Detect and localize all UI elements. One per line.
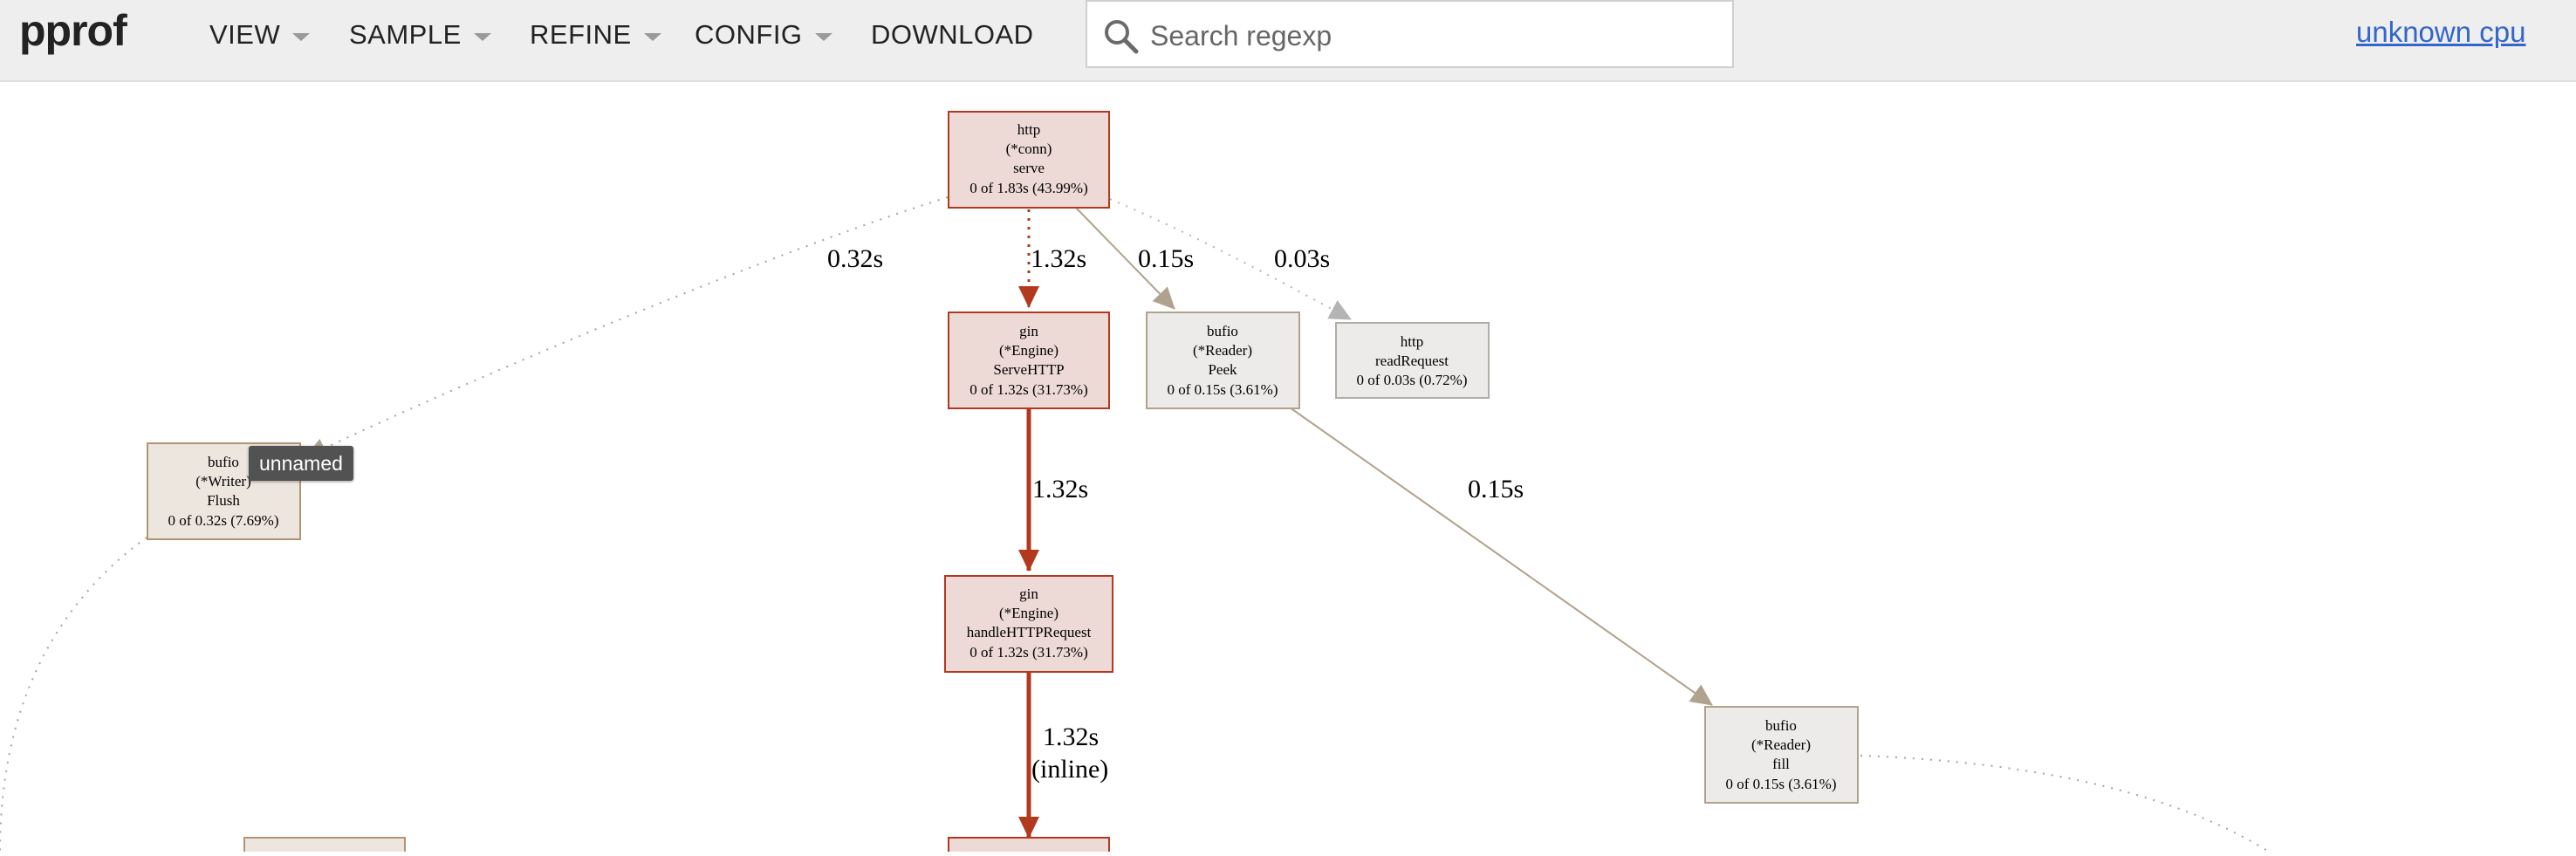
menu-refine-label: REFINE: [530, 19, 632, 50]
graph-edge-handlehttprequest-to-next[interactable]: 1.32s (inline): [1018, 670, 1108, 839]
menu-view-label: VIEW: [209, 19, 281, 50]
graph-node-bufio-reader-fill[interactable]: bufio (*Reader) fill 0 of 0.15s (3.61%): [1704, 706, 1859, 804]
node-label: gin: [1019, 586, 1038, 602]
search-box: [1086, 0, 1734, 68]
chevron-down-icon: [643, 32, 661, 41]
node-label: 0 of 0.15s (3.61%): [1167, 381, 1278, 398]
node-label: handleHTTPRequest: [967, 624, 1092, 640]
node-label: 0 of 1.32s (31.73%): [969, 644, 1088, 661]
chevron-down-icon: [473, 32, 491, 41]
call-graph-svg: 0.32s 1.32s 0.15s 0.03s 1.32s 0.15s 1.32…: [0, 111, 2270, 856]
node-label: (*Engine): [999, 605, 1058, 621]
menu-download[interactable]: DOWNLOAD: [871, 17, 1034, 52]
search-input[interactable]: [1148, 14, 1719, 58]
node-label: bufio: [208, 454, 239, 470]
call-graph[interactable]: 0.32s 1.32s 0.15s 0.03s 1.32s 0.15s 1.32…: [0, 82, 2576, 856]
menu-download-label: DOWNLOAD: [871, 19, 1034, 50]
edge-label: 1.32s: [1031, 244, 1086, 273]
graph-node-partial-center[interactable]: [948, 837, 1110, 856]
graph-edge-serve-to-servehttp[interactable]: 1.32s: [1018, 209, 1086, 308]
graph-node-partial-left[interactable]: [243, 837, 406, 856]
edge-label: 1.32s: [1043, 722, 1099, 751]
edge-label: 1.32s: [1032, 475, 1088, 503]
graph-node-gin-engine-handlehttprequest[interactable]: gin (*Engine) handleHTTPRequest 0 of 1.3…: [944, 575, 1113, 673]
menu-config[interactable]: CONFIG: [695, 17, 832, 52]
node-label: Flush: [207, 492, 240, 509]
edge-label: (inline): [1031, 755, 1108, 784]
node-label: bufio: [1207, 323, 1238, 339]
graph-edge-fill-outgoing[interactable]: [1860, 755, 2270, 853]
node-label: gin: [1019, 323, 1038, 339]
chevron-down-icon: [814, 32, 832, 41]
graph-edge-servehttp-to-handlehttprequest[interactable]: 1.32s: [1018, 408, 1088, 572]
node-label: (*Engine): [999, 342, 1058, 359]
search-icon: [1105, 20, 1139, 54]
menu-sample-label: SAMPLE: [349, 19, 462, 50]
node-label: serve: [1013, 160, 1045, 176]
node-label: (*Reader): [1751, 736, 1811, 753]
graph-node-http-readrequest[interactable]: http readRequest 0 of 0.03s (0.72%): [1335, 322, 1490, 399]
edge-label: 0.15s: [1468, 475, 1524, 503]
node-label: fill: [1772, 756, 1790, 772]
edge-label: 0.32s: [827, 244, 883, 273]
graph-node-gin-engine-servehttp[interactable]: gin (*Engine) ServeHTTP 0 of 1.32s (31.7…: [948, 312, 1110, 409]
top-toolbar: pprof VIEW SAMPLE REFINE CONFIG DOWNLOAD…: [0, 0, 2576, 82]
node-label: 0 of 0.03s (0.72%): [1356, 372, 1467, 388]
node-label: (*Writer): [195, 473, 251, 490]
profile-link[interactable]: unknown cpu: [2356, 16, 2525, 49]
graph-edge-serve-to-peek[interactable]: 0.15s: [1074, 206, 1194, 310]
node-label: readRequest: [1375, 353, 1449, 369]
node-label: (*conn): [1006, 140, 1052, 157]
chevron-down-icon: [292, 32, 311, 41]
graph-edge-flush-outgoing[interactable]: [0, 537, 147, 853]
node-tooltip: unnamed: [249, 446, 353, 481]
edge-label: 0.15s: [1138, 244, 1194, 273]
node-label: (*Reader): [1193, 342, 1252, 359]
node-label: ServeHTTP: [993, 361, 1064, 378]
menu-view[interactable]: VIEW: [209, 17, 311, 52]
node-label: http: [1017, 121, 1040, 138]
node-label: bufio: [1765, 717, 1797, 734]
node-label: 0 of 0.15s (3.61%): [1725, 776, 1836, 792]
menu-config-label: CONFIG: [695, 19, 803, 50]
graph-node-bufio-reader-peek[interactable]: bufio (*Reader) Peek 0 of 0.15s (3.61%): [1146, 312, 1300, 409]
node-label: 0 of 1.83s (43.99%): [969, 180, 1088, 196]
node-label: 0 of 1.32s (31.73%): [969, 381, 1088, 398]
graph-edge-peek-to-fill[interactable]: 0.15s: [1289, 407, 1713, 706]
node-label: 0 of 0.32s (7.69%): [168, 512, 278, 529]
node-label: Peek: [1208, 361, 1237, 378]
graph-node-http-conn-serve[interactable]: http (*conn) serve 0 of 1.83s (43.99%): [948, 111, 1110, 209]
app-logo[interactable]: pprof: [19, 5, 127, 56]
menu-refine[interactable]: REFINE: [530, 17, 661, 52]
graph-edge-serve-to-flush[interactable]: 0.32s: [305, 196, 949, 458]
node-label: http: [1401, 333, 1423, 350]
edge-label: 0.03s: [1274, 244, 1330, 273]
menu-sample[interactable]: SAMPLE: [349, 17, 491, 52]
